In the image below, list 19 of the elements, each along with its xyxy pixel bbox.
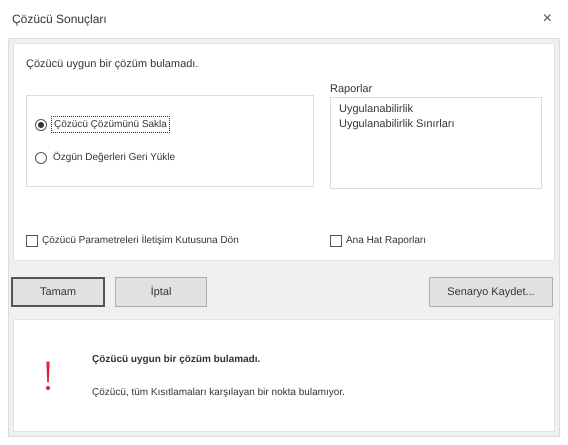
dialog-button[interactable]: İptal — [115, 277, 207, 307]
status-message: Çözücü uygun bir çözüm bulamadı. — [26, 57, 200, 72]
reports-label: Raporlar — [330, 82, 374, 96]
checkbox[interactable] — [330, 234, 342, 246]
dialog-button[interactable]: Senaryo Kaydet... — [429, 277, 553, 307]
radio-button[interactable] — [35, 152, 47, 164]
info-title: Çözücü uygun bir çözüm bulamadı. — [92, 352, 262, 366]
checkbox[interactable] — [26, 234, 38, 246]
checkbox-label: Ana Hat Raporları — [346, 234, 426, 248]
radio-label: Çözücü Çözümünü Sakla — [51, 116, 170, 133]
window-title: Çözücü Sonuçları — [12, 11, 107, 28]
report-item[interactable]: Uygulanabilirlik Sınırları — [339, 117, 533, 132]
radio-label: Özgün Değerleri Geri Yükle — [52, 150, 176, 165]
checkbox-label: Çözücü Parametreleri İletişim Kutusuna Dön — [42, 233, 239, 248]
close-button[interactable]: × — [538, 7, 556, 31]
radio-button[interactable] — [35, 118, 47, 130]
dialog-button[interactable]: Tamam — [11, 277, 105, 307]
info-text: Çözücü, tüm Kısıtlamaları karşılayan bir nokta bulamıyor. — [92, 386, 345, 400]
report-item[interactable]: Uygulanabilirlik — [339, 102, 533, 117]
